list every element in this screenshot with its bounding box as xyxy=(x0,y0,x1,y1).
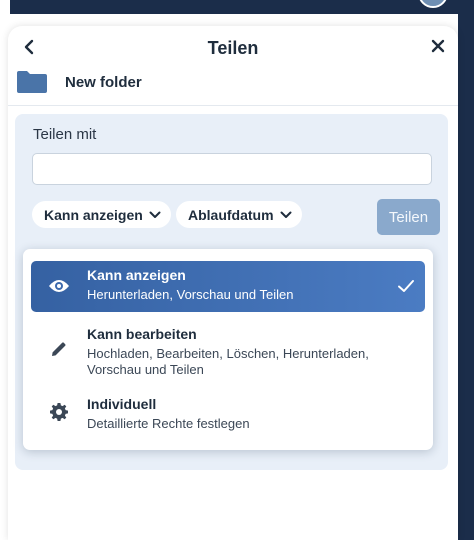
option-description: Herunterladen, Vorschau und Teilen xyxy=(87,287,294,302)
permission-menu: Kann anzeigen Herunterladen, Vorschau un… xyxy=(23,249,433,450)
shared-item: New folder xyxy=(16,68,142,96)
dialog-title: Teilen xyxy=(207,38,259,58)
permission-option-view[interactable]: Kann anzeigen Herunterladen, Vorschau un… xyxy=(31,261,425,312)
app-top-bar xyxy=(0,0,474,14)
pencil-icon xyxy=(47,337,71,361)
share-dialog: Teilen New folder Teilen mit Kann anzeig… xyxy=(8,26,458,540)
expiry-date-dropdown[interactable]: Ablaufdatum xyxy=(176,201,302,228)
permission-option-custom[interactable]: Individuell Detaillierte Rechte festlege… xyxy=(31,390,425,438)
share-with-label: Teilen mit xyxy=(33,126,97,143)
option-title: Kann bearbeiten xyxy=(87,326,197,342)
option-title: Kann anzeigen xyxy=(87,267,186,283)
option-description: Hochladen, Bearbeiten, Löschen, Herunter… xyxy=(87,346,369,377)
gear-icon xyxy=(47,400,71,424)
dialog-header: Teilen xyxy=(8,26,458,72)
option-description: Detaillierte Rechte festlegen xyxy=(87,416,250,431)
close-icon xyxy=(431,39,445,53)
folder-icon xyxy=(17,71,47,93)
permission-dropdown-label: Kann anzeigen xyxy=(44,206,143,223)
permission-dropdown[interactable]: Kann anzeigen xyxy=(32,201,171,228)
expiry-date-label: Ablaufdatum xyxy=(188,206,274,223)
permission-option-edit[interactable]: Kann bearbeiten Hochladen, Bearbeiten, L… xyxy=(31,320,425,382)
folder-name: New folder xyxy=(65,73,142,91)
checkmark-icon xyxy=(398,280,414,292)
eye-icon xyxy=(47,274,71,298)
option-title: Individuell xyxy=(87,396,157,412)
close-button[interactable] xyxy=(426,34,450,58)
divider xyxy=(8,105,458,106)
share-submit-button[interactable]: Teilen xyxy=(377,199,440,235)
chevron-down-icon xyxy=(149,211,161,218)
app-right-edge xyxy=(458,0,474,540)
share-with-input[interactable] xyxy=(32,153,432,185)
chevron-down-icon xyxy=(280,211,292,218)
